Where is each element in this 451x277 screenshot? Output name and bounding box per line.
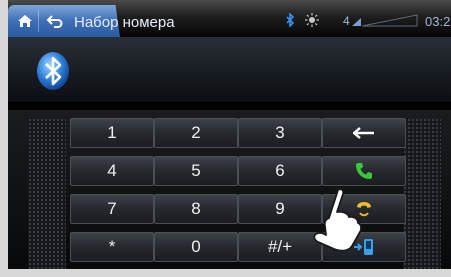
key-label: 8 (191, 199, 201, 218)
key-label: 4 (107, 161, 117, 180)
bluetooth-logo-icon (37, 52, 69, 90)
key-0[interactable]: 0 (154, 232, 238, 262)
key-label: 2 (191, 123, 201, 142)
dial-keypad: 1 2 3 4 5 6 7 8 9 * 0 #/+ (8, 110, 451, 269)
key-label: 5 (191, 161, 201, 180)
key-5[interactable]: 5 (154, 156, 238, 186)
bluetooth-icon (286, 13, 295, 27)
key-6[interactable]: 6 (238, 156, 322, 186)
backspace-button[interactable] (322, 118, 406, 148)
key-label: 1 (107, 123, 117, 142)
clock: 03:2 (425, 14, 451, 29)
phone-dial-screen: Набор номера 4 03:2 1 2 3 4 5 6 7 8 9 * … (8, 0, 451, 269)
call-icon (356, 163, 372, 179)
back-button[interactable] (38, 10, 71, 32)
key-2[interactable]: 2 (154, 118, 238, 148)
key-3[interactable]: 3 (238, 118, 322, 148)
key-label: * (108, 237, 116, 256)
back-arrow-icon (46, 15, 63, 28)
sun-icon (305, 13, 319, 27)
pointing-hand-icon (313, 188, 362, 252)
key-label: #/+ (267, 237, 293, 256)
bluetooth-header (8, 37, 451, 102)
key-8[interactable]: 8 (154, 194, 238, 224)
key-label: 6 (275, 161, 285, 180)
key-label: 3 (275, 123, 285, 142)
signal-strength-icon (352, 14, 418, 27)
speaker-grille-left (28, 118, 66, 269)
backspace-icon (353, 127, 374, 139)
key-label: 0 (191, 237, 201, 256)
divider (8, 102, 451, 110)
top-bar: Набор номера 4 03:2 (8, 0, 451, 37)
key-1[interactable]: 1 (70, 118, 154, 148)
call-button[interactable] (322, 156, 406, 186)
speaker-grille-right (403, 118, 441, 269)
key-4[interactable]: 4 (70, 156, 154, 186)
key-star[interactable]: * (70, 232, 154, 262)
home-icon (18, 15, 32, 27)
key-7[interactable]: 7 (70, 194, 154, 224)
key-label: 7 (107, 199, 117, 218)
home-button[interactable] (12, 10, 38, 32)
key-label: 9 (275, 199, 285, 218)
page-title: Набор номера (74, 14, 175, 31)
